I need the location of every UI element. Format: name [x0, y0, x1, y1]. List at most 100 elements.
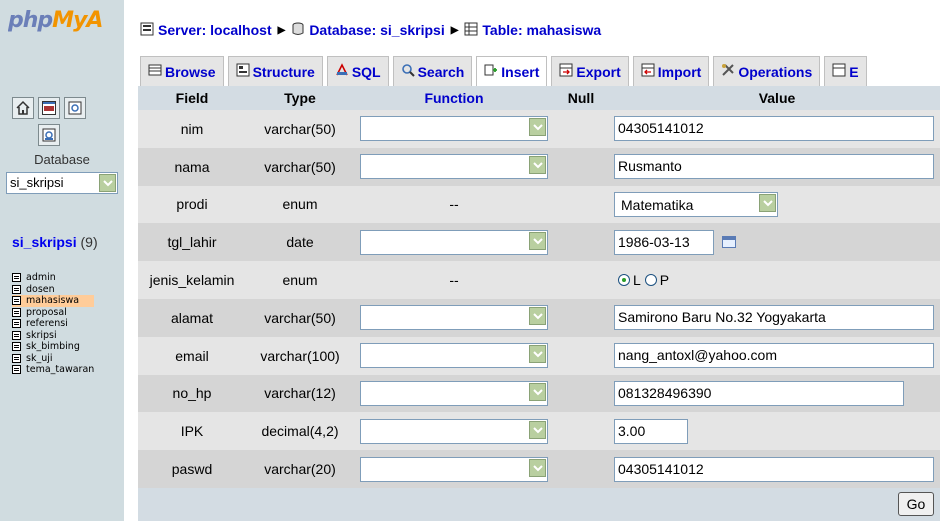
sidebar-table-referensi[interactable]: referensi [12, 318, 94, 330]
chevron-down-icon [99, 174, 116, 192]
field-type: decimal(4,2) [246, 412, 354, 451]
export-icon [559, 63, 573, 80]
database-label: Database [34, 152, 90, 167]
sidebar-table-skripsi[interactable]: skripsi [12, 330, 94, 342]
table-icon[interactable] [12, 342, 21, 352]
value-cell: Rusmanto [608, 147, 940, 186]
tab-label: Structure [252, 63, 315, 80]
null-cell [554, 261, 608, 299]
tab-import[interactable]: Import [632, 56, 710, 86]
function-select[interactable] [360, 456, 548, 482]
table-icon[interactable] [12, 296, 21, 306]
breadcrumb-server[interactable]: Server: localhost [158, 22, 272, 38]
table-icon[interactable] [12, 330, 21, 340]
function-select[interactable] [360, 343, 548, 369]
chevron-down-icon [529, 307, 546, 326]
function-cell [354, 374, 554, 413]
tgl_lahir-input[interactable]: 1986-03-13 [614, 229, 714, 255]
chevron-down-icon [529, 382, 546, 401]
tab-label: E [849, 63, 859, 80]
tab-structure[interactable]: Structure [227, 56, 323, 86]
header-null: Null [554, 86, 608, 110]
function-select[interactable] [360, 229, 548, 255]
null-cell [554, 412, 608, 451]
database-title[interactable]: si_skripsi (9) [12, 234, 98, 250]
select-value: Matematika [621, 196, 694, 213]
IPK-input[interactable]: 3.00 [614, 418, 688, 444]
chevron-down-icon [529, 118, 546, 137]
sidebar-table-label: sk_uji [26, 352, 53, 364]
function-select[interactable] [360, 418, 548, 444]
function-cell [354, 223, 554, 262]
sidebar-table-sk_uji[interactable]: sk_uji [12, 353, 94, 365]
tab-e[interactable]: E [824, 56, 867, 86]
home-icon[interactable] [12, 97, 34, 119]
main-frame: Server: localhost ▶ Database: si_skripsi… [124, 0, 940, 521]
sidebar-table-tema_tawaran[interactable]: tema_tawaran [12, 364, 94, 376]
sql-icon [335, 63, 349, 80]
field-name: nim [138, 110, 246, 148]
value-cell: LP [608, 261, 940, 299]
import-icon [641, 63, 655, 80]
table-icon[interactable] [12, 284, 21, 294]
sidebar-table-proposal[interactable]: proposal [12, 307, 94, 319]
browse-icon [148, 63, 162, 80]
nama-input[interactable]: Rusmanto [614, 154, 934, 180]
breadcrumb: Server: localhost ▶ Database: si_skripsi… [140, 20, 601, 40]
radio-l[interactable] [618, 274, 630, 287]
tab-sql[interactable]: SQL [326, 56, 389, 86]
sql-docs-icon[interactable] [38, 124, 60, 146]
sidebar-table-label: referensi [26, 318, 68, 330]
breadcrumb-database[interactable]: Database: si_skripsi [309, 22, 444, 38]
docs-icon[interactable] [64, 97, 86, 119]
go-button[interactable]: Go [898, 492, 934, 516]
table-icon[interactable] [12, 307, 21, 317]
alamat-input[interactable]: Samirono Baru No.32 Yogyakarta [614, 305, 934, 331]
tab-search[interactable]: Search [392, 56, 473, 86]
tab-insert[interactable]: Insert [476, 56, 548, 86]
no_hp-input[interactable]: 081328496390 [614, 380, 904, 406]
sidebar-table-dosen[interactable]: dosen [12, 284, 94, 296]
field-name: jenis_kelamin [138, 261, 246, 299]
tab-label: Operations [738, 63, 813, 80]
table-icon[interactable] [12, 365, 21, 375]
tab-browse[interactable]: Browse [140, 56, 224, 86]
phpmyadmin-logo[interactable]: phpMyA [8, 8, 120, 40]
breadcrumb-table[interactable]: Table: mahasiswa [482, 22, 601, 38]
email-input[interactable]: nang_antoxl@yahoo.com [614, 343, 934, 369]
value-cell: 3.00 [608, 412, 940, 451]
function-select[interactable] [360, 380, 548, 406]
value-cell: 081328496390 [608, 374, 940, 413]
tab-bar: Browse Structure SQL Search Insert Export Impo… [140, 56, 871, 86]
function-select[interactable] [360, 305, 548, 331]
chevron-down-icon [529, 458, 546, 477]
chevron-right-icon: ▶ [450, 24, 459, 36]
null-cell [554, 374, 608, 413]
field-name: no_hp [138, 374, 246, 413]
sidebar-table-admin[interactable]: admin [12, 272, 94, 284]
field-name: nama [138, 147, 246, 186]
paswd-input[interactable]: 04305141012 [614, 456, 934, 482]
sidebar-table-sk_bimbing[interactable]: sk_bimbing [12, 341, 94, 353]
table-icon[interactable] [12, 273, 21, 283]
table-icon[interactable] [12, 319, 21, 329]
radio-p[interactable] [644, 274, 657, 287]
tab-export[interactable]: Export [551, 56, 629, 86]
table-row: IPK decimal(4,2) 3.00 [138, 412, 940, 451]
prodi-select[interactable]: Matematika [614, 191, 778, 217]
function-select[interactable] [360, 154, 548, 180]
form-header-row: Field Type Function Null Value [138, 86, 940, 110]
function-select[interactable] [360, 116, 548, 142]
database-select[interactable]: si_skripsi [6, 172, 118, 194]
field-type: varchar(50) [246, 299, 354, 337]
table-row: no_hp varchar(12) 081328496390 [138, 374, 940, 413]
null-cell [554, 110, 608, 148]
value-cell: 1986-03-13 [608, 223, 940, 262]
calendar-icon[interactable] [722, 236, 736, 249]
tab-operations[interactable]: Operations [713, 56, 821, 86]
sidebar-table-mahasiswa[interactable]: mahasiswa [12, 295, 95, 307]
table-icon[interactable] [12, 353, 21, 363]
query-window-icon[interactable] [38, 97, 60, 119]
function-placeholder: -- [449, 272, 459, 289]
nim-input[interactable]: 04305141012 [614, 116, 934, 142]
